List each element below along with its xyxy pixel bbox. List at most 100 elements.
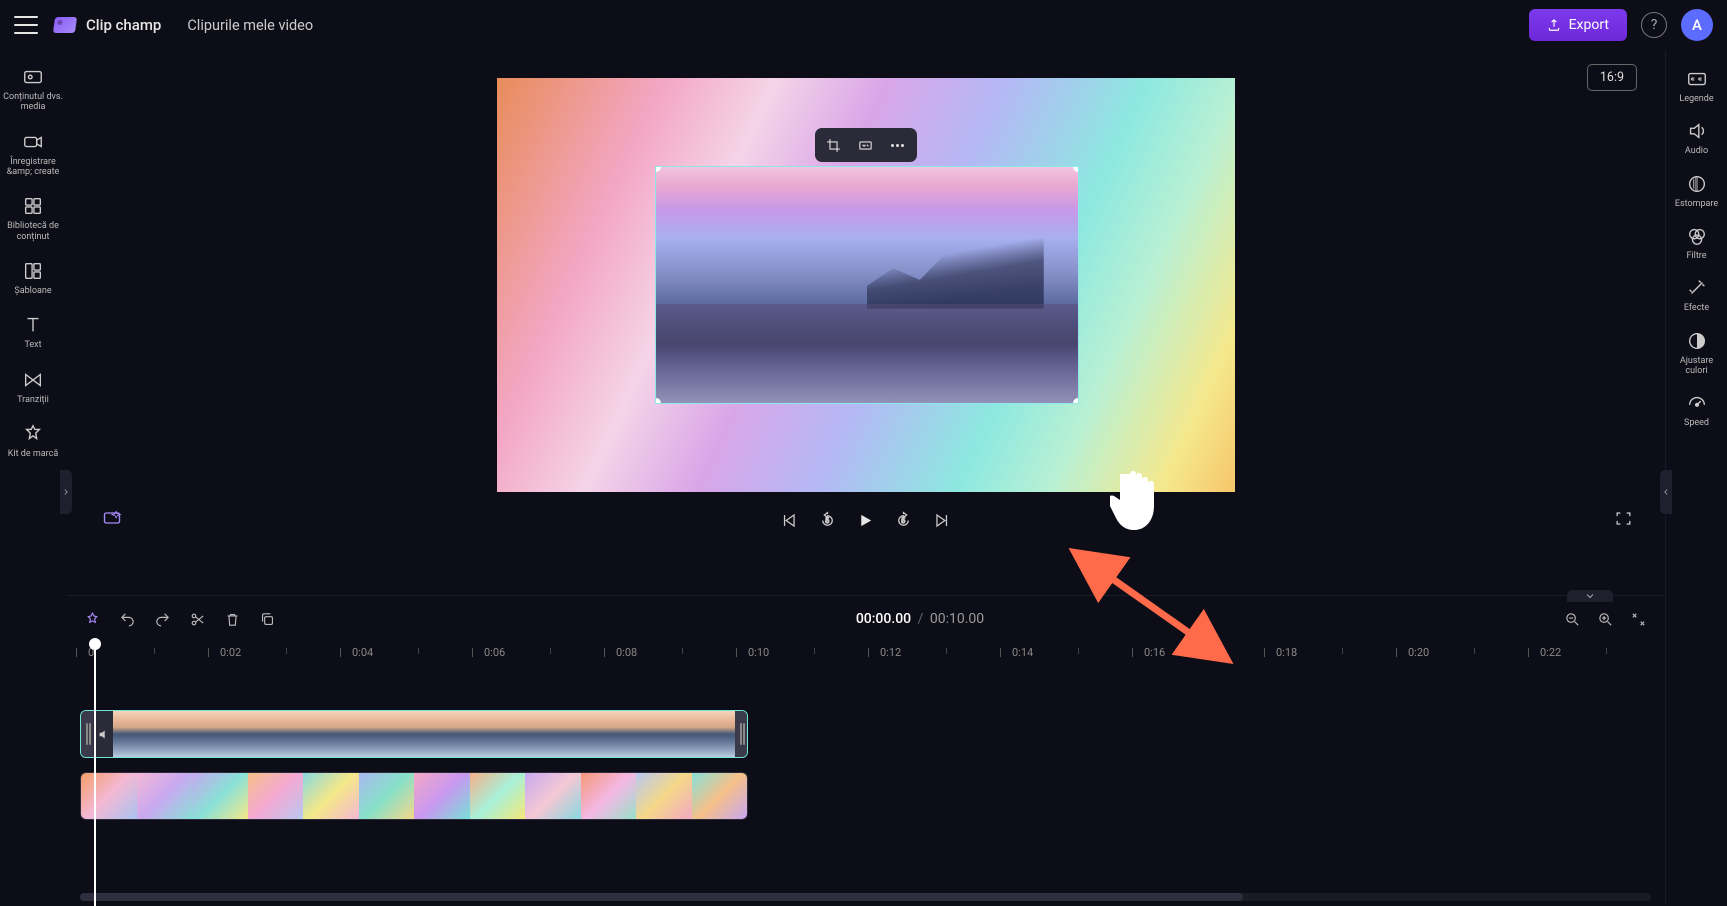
ruler-tick: 0:18 (1276, 646, 1297, 659)
timeline-scrollbar-thumb[interactable] (80, 893, 1243, 901)
clip-trim-handle-right[interactable] (735, 711, 747, 757)
ruler-minor-tick (1606, 648, 1607, 654)
sidebar-label-speed: Speed (1684, 418, 1709, 428)
sidebar-label-record: Înregistrare &amp; create (2, 157, 64, 178)
zoom-in-button[interactable] (1597, 611, 1614, 628)
app-logo[interactable]: Clip champ (54, 16, 161, 34)
aspect-ratio-selector[interactable]: 16:9 (1587, 64, 1637, 91)
ai-tool-button[interactable] (84, 611, 101, 628)
export-label: Export (1569, 17, 1609, 33)
more-options-button[interactable] (887, 134, 909, 156)
header-left: Clip champ Clipurile mele video (14, 13, 323, 38)
redo-button[interactable] (154, 611, 171, 628)
skip-forward-button[interactable]: 5 (894, 511, 913, 530)
sidebar-item-captions[interactable]: Legende (1666, 62, 1727, 110)
ruler-minor-tick (1342, 648, 1343, 654)
skip-to-start-button[interactable] (779, 511, 798, 530)
duplicate-button[interactable] (259, 611, 276, 628)
sidebar-label-templates: Șabloane (14, 286, 51, 296)
undo-button[interactable] (119, 611, 136, 628)
timeline-scrollbar[interactable] (80, 893, 1651, 901)
sidebar-label-filters: Filtre (1686, 251, 1706, 261)
split-button[interactable] (189, 611, 206, 628)
ruler-tick: 0:08 (616, 646, 637, 659)
timeline-tools-right (1564, 611, 1647, 628)
ruler-minor-tick (154, 648, 155, 654)
user-avatar[interactable]: A (1681, 9, 1713, 41)
zoom-fit-button[interactable] (1630, 611, 1647, 628)
sidebar-label-audio: Audio (1685, 146, 1708, 156)
sidebar-item-media[interactable]: Conținutul dvs. media (0, 60, 66, 119)
selected-clip-overlay[interactable] (655, 166, 1079, 404)
skip-back-button[interactable]: 5 (818, 511, 837, 530)
right-sidebar-toggle[interactable] (1660, 470, 1672, 514)
help-button[interactable]: ? (1641, 12, 1667, 38)
current-time: 00:00.00 (856, 611, 911, 627)
sidebar-item-filters[interactable]: Filtre (1666, 219, 1727, 267)
sidebar-item-audio[interactable]: Audio (1666, 114, 1727, 162)
sidebar-label-transitions: Tranziții (17, 395, 49, 405)
svg-text:5: 5 (825, 515, 829, 524)
ruler-tick: 0:10 (748, 646, 769, 659)
resize-handle-tr[interactable] (1073, 166, 1079, 172)
sidebar-item-transitions[interactable]: Tranziții (0, 363, 66, 411)
export-button[interactable]: Export (1529, 9, 1627, 41)
clip-trim-handle-left[interactable] (81, 711, 93, 757)
sidebar-label-brandkit: Kit de marcă (8, 449, 58, 459)
timeline-tracks (80, 710, 1651, 820)
delete-button[interactable] (224, 611, 241, 628)
background-track-clip[interactable] (80, 772, 748, 820)
svg-text:5: 5 (901, 515, 905, 524)
sidebar-item-speed[interactable]: Speed (1666, 386, 1727, 434)
sidebar-item-text[interactable]: Text (0, 308, 66, 356)
timeline-collapse-button[interactable] (1567, 590, 1613, 602)
fullscreen-button[interactable] (1614, 509, 1633, 532)
zoom-out-button[interactable] (1564, 611, 1581, 628)
sidebar-item-templates[interactable]: Șabloane (0, 254, 66, 302)
ruler-minor-tick (418, 648, 419, 654)
ruler-minor-tick (550, 648, 551, 654)
preview-area: 16:9 (66, 50, 1665, 595)
project-name-input[interactable]: Clipurile mele video (177, 13, 323, 38)
skip-to-end-button[interactable] (933, 511, 952, 530)
right-sidebar: Legende Audio Estompare Filtre Efecte Aj… (1665, 50, 1727, 905)
sidebar-item-adjust-colors[interactable]: Ajustare culori (1666, 324, 1727, 383)
timeline-toolbar: 00:00.00 / 00:10.00 (66, 598, 1665, 640)
transport-controls: 5 5 (779, 511, 952, 530)
selection-toolbar (815, 128, 917, 162)
clipchamp-logo-icon (53, 17, 77, 33)
app-header: Clip champ Clipurile mele video Export ?… (0, 0, 1727, 50)
sidebar-item-record[interactable]: Înregistrare &amp; create (0, 125, 66, 184)
ruler-tick: 0:20 (1408, 646, 1429, 659)
ruler-minor-tick (1210, 648, 1211, 654)
resize-handle-tl[interactable] (655, 166, 661, 172)
sidebar-item-brandkit[interactable]: Kit de marcă (0, 417, 66, 465)
resize-handle-bl[interactable] (655, 398, 661, 404)
app-logo-text: Clip champ (86, 16, 161, 34)
clip-mute-button[interactable] (93, 711, 113, 757)
ruler-minor-tick (1078, 648, 1079, 654)
video-track-clip[interactable] (80, 710, 748, 758)
sidebar-label-text: Text (24, 340, 41, 350)
sidebar-item-fade[interactable]: Estompare (1666, 167, 1727, 215)
sidebar-label-media: Conținutul dvs. media (2, 92, 64, 113)
crop-button[interactable] (823, 134, 845, 156)
sidebar-label-effects: Efecte (1684, 303, 1709, 313)
total-time: 00:10.00 (930, 611, 984, 627)
menu-button[interactable] (14, 16, 38, 34)
ruler-tick: 0:02 (220, 646, 241, 659)
timeline-tools-left (84, 611, 276, 628)
fit-button[interactable] (855, 134, 877, 156)
timeline-panel: 00:00.00 / 00:10.00 0 0:02 0:04 0:06 0:0 (66, 595, 1665, 905)
timeline-ruler[interactable]: 0 0:02 0:04 0:06 0:08 0:10 0:12 0:14 0:1… (80, 640, 1651, 670)
sidebar-label-adjust: Ajustare culori (1668, 356, 1725, 377)
ruler-minor-tick (946, 648, 947, 654)
sidebar-item-effects[interactable]: Efecte (1666, 271, 1727, 319)
autocaption-button[interactable] (102, 508, 122, 532)
preview-canvas[interactable] (497, 78, 1235, 492)
ruler-tick: 0:22 (1540, 646, 1561, 659)
playhead[interactable] (94, 640, 96, 906)
resize-handle-br[interactable] (1073, 398, 1079, 404)
play-button[interactable] (857, 512, 874, 529)
sidebar-item-library[interactable]: Bibliotecă de conținut (0, 189, 66, 248)
